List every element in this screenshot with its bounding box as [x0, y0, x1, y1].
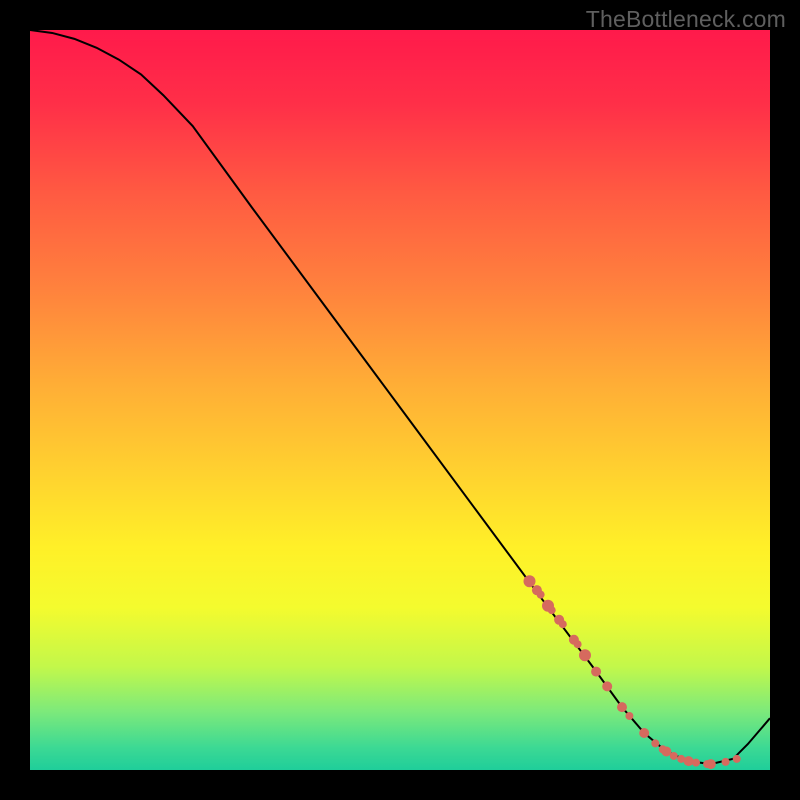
- data-point: [706, 759, 716, 769]
- data-point: [579, 649, 591, 661]
- data-point: [574, 640, 582, 648]
- data-point: [733, 755, 741, 763]
- data-point: [617, 702, 627, 712]
- data-point: [661, 747, 671, 757]
- data-point: [524, 575, 536, 587]
- data-point: [692, 759, 700, 767]
- data-point: [537, 591, 545, 599]
- chart-frame: TheBottleneck.com: [0, 0, 800, 800]
- data-point: [639, 728, 649, 738]
- bottleneck-chart: [30, 30, 770, 770]
- data-point: [651, 739, 659, 747]
- data-point: [684, 756, 694, 766]
- data-point: [591, 667, 601, 677]
- data-point: [625, 712, 633, 720]
- data-point: [602, 681, 612, 691]
- watermark-label: TheBottleneck.com: [586, 6, 786, 33]
- chart-background: [30, 30, 770, 770]
- data-point: [559, 620, 567, 628]
- data-point: [670, 752, 678, 760]
- data-point: [722, 758, 730, 766]
- data-point: [548, 606, 556, 614]
